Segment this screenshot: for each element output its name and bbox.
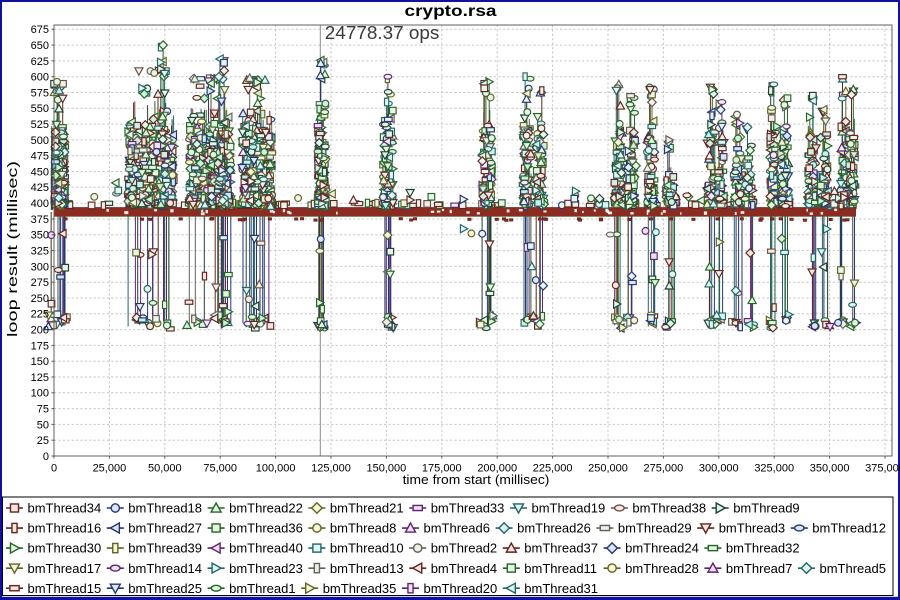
svg-text:675: 675 (31, 24, 49, 36)
svg-text:300: 300 (31, 261, 49, 273)
svg-text:bmThread35: bmThread35 (323, 581, 397, 596)
svg-text:275,000: 275,000 (644, 463, 684, 475)
svg-text:bmThread38: bmThread38 (632, 501, 706, 516)
svg-text:bmThread36: bmThread36 (229, 521, 303, 536)
svg-text:525: 525 (31, 119, 49, 131)
svg-text:bmThread7: bmThread7 (726, 561, 792, 576)
svg-text:125: 125 (31, 372, 49, 384)
svg-text:0: 0 (43, 451, 49, 463)
svg-text:150: 150 (31, 356, 49, 368)
svg-text:bmThread20: bmThread20 (424, 581, 498, 596)
svg-text:375,000: 375,000 (865, 463, 900, 475)
svg-text:0: 0 (51, 463, 57, 475)
svg-text:175: 175 (31, 340, 49, 352)
svg-text:450: 450 (31, 166, 49, 178)
svg-text:bmThread1: bmThread1 (229, 581, 295, 596)
svg-text:375: 375 (31, 214, 49, 226)
svg-text:bmThread17: bmThread17 (28, 561, 102, 576)
svg-text:75: 75 (37, 404, 49, 416)
svg-text:125,000: 125,000 (311, 463, 351, 475)
svg-text:bmThread5: bmThread5 (820, 561, 886, 576)
svg-text:bmThread28: bmThread28 (625, 561, 699, 576)
svg-text:bmThread32: bmThread32 (726, 541, 800, 556)
svg-text:bmThread21: bmThread21 (330, 501, 404, 516)
svg-text:bmThread14: bmThread14 (128, 561, 202, 576)
svg-text:bmThread4: bmThread4 (431, 561, 497, 576)
svg-text:350: 350 (31, 230, 49, 242)
svg-text:bmThread30: bmThread30 (28, 541, 102, 556)
svg-text:350,000: 350,000 (810, 463, 850, 475)
svg-text:bmThread27: bmThread27 (128, 521, 202, 536)
svg-text:250,000: 250,000 (588, 463, 628, 475)
svg-text:625: 625 (31, 56, 49, 68)
svg-text:crypto.rsa: crypto.rsa (405, 3, 497, 20)
svg-text:bmThread8: bmThread8 (330, 521, 396, 536)
svg-text:650: 650 (31, 40, 49, 52)
svg-text:bmThread16: bmThread16 (28, 521, 102, 536)
svg-text:bmThread33: bmThread33 (431, 501, 505, 516)
svg-text:bmThread23: bmThread23 (229, 561, 303, 576)
svg-text:bmThread40: bmThread40 (229, 541, 303, 556)
svg-text:time from start (millisec): time from start (millisec) (403, 472, 550, 487)
svg-text:24778.37 ops: 24778.37 ops (325, 23, 440, 43)
svg-text:600: 600 (31, 72, 49, 84)
svg-text:bmThread9: bmThread9 (733, 501, 799, 516)
svg-text:bmThread34: bmThread34 (28, 501, 102, 516)
svg-text:bmThread37: bmThread37 (524, 541, 598, 556)
svg-text:bmThread22: bmThread22 (229, 501, 303, 516)
svg-text:325,000: 325,000 (754, 463, 794, 475)
svg-text:loop result (millisec): loop result (millisec) (4, 161, 20, 337)
svg-text:bmThread18: bmThread18 (128, 501, 202, 516)
svg-text:575: 575 (31, 87, 49, 99)
svg-text:bmThread19: bmThread19 (532, 501, 606, 516)
svg-text:bmThread6: bmThread6 (424, 521, 490, 536)
svg-text:225: 225 (31, 309, 49, 321)
svg-text:bmThread31: bmThread31 (524, 581, 598, 596)
svg-text:425: 425 (31, 182, 49, 194)
svg-text:bmThread25: bmThread25 (128, 581, 202, 596)
svg-text:325: 325 (31, 246, 49, 258)
svg-text:bmThread26: bmThread26 (517, 521, 591, 536)
svg-text:bmThread39: bmThread39 (128, 541, 202, 556)
svg-text:250: 250 (31, 293, 49, 305)
svg-text:bmThread3: bmThread3 (719, 521, 785, 536)
svg-text:bmThread29: bmThread29 (618, 521, 692, 536)
svg-text:100,000: 100,000 (256, 463, 296, 475)
svg-text:bmThread11: bmThread11 (524, 561, 597, 576)
svg-text:500: 500 (31, 135, 49, 147)
svg-text:25,000: 25,000 (93, 463, 127, 475)
svg-text:bmThread24: bmThread24 (625, 541, 699, 556)
svg-text:150,000: 150,000 (367, 463, 407, 475)
svg-text:bmThread2: bmThread2 (431, 541, 497, 556)
svg-text:400: 400 (31, 198, 49, 210)
svg-text:bmThread10: bmThread10 (330, 541, 404, 556)
svg-text:100: 100 (31, 388, 49, 400)
svg-text:50,000: 50,000 (148, 463, 182, 475)
svg-text:475: 475 (31, 151, 49, 163)
svg-text:bmThread12: bmThread12 (812, 521, 886, 536)
svg-text:75,000: 75,000 (203, 463, 237, 475)
svg-text:300,000: 300,000 (699, 463, 739, 475)
svg-text:550: 550 (31, 103, 49, 115)
svg-text:25: 25 (37, 435, 49, 447)
svg-text:275: 275 (31, 277, 49, 289)
svg-text:bmThread15: bmThread15 (28, 581, 102, 596)
svg-text:50: 50 (37, 419, 49, 431)
svg-text:200: 200 (31, 325, 49, 337)
svg-text:bmThread13: bmThread13 (330, 561, 404, 576)
